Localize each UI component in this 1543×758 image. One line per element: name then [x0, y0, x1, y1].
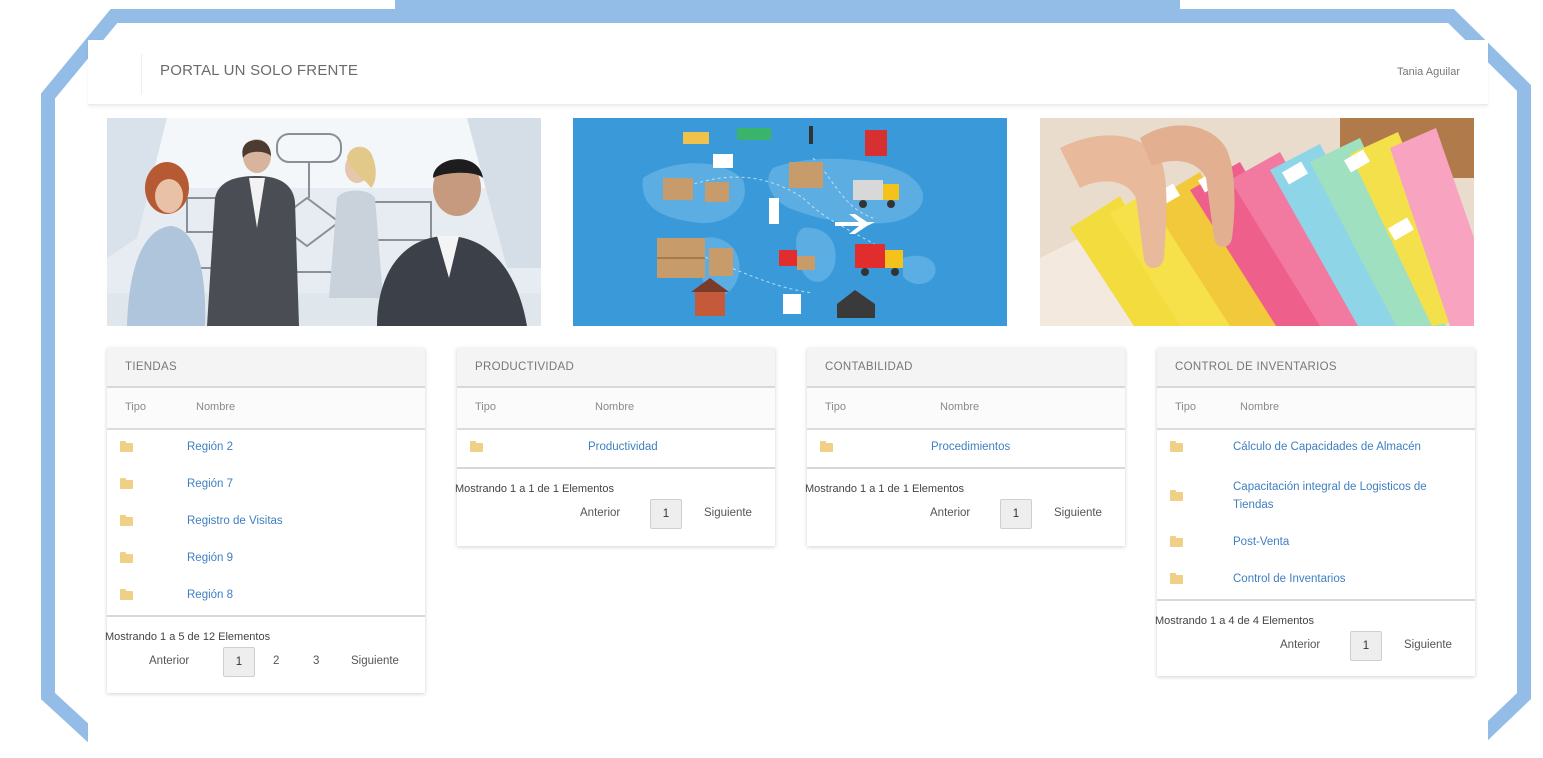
table-row[interactable]: Región 8 [107, 578, 425, 615]
row-link[interactable]: Control de Inventarios [1233, 573, 1346, 585]
page-1-button[interactable]: 1 [1350, 631, 1382, 661]
row-link[interactable]: Registro de Visitas [187, 515, 283, 527]
table-row[interactable]: Región 9 [107, 541, 425, 578]
previous-page-button[interactable]: Anterior [930, 507, 970, 519]
folder-icon [120, 478, 133, 489]
page-1-button[interactable]: 1 [650, 499, 682, 529]
table-row[interactable]: Registro de Visitas [107, 504, 425, 541]
folder-icon [120, 552, 133, 563]
banner-business-meeting[interactable] [107, 118, 541, 326]
column-tipo[interactable]: Tipo [475, 401, 496, 413]
folder-icon [120, 515, 133, 526]
page-2-button[interactable]: 2 [273, 655, 279, 667]
row-link[interactable]: Cálculo de Capacidades de Almacén [1233, 441, 1421, 453]
table-header: Tipo Nombre [457, 388, 775, 430]
panel-tiendas: TIENDAS Tipo Nombre Región 2 Región 7 Re… [105, 348, 425, 693]
next-page-button[interactable]: Siguiente [1054, 507, 1102, 519]
pagination: Anterior 1 2 3 Siguiente [107, 643, 425, 685]
page-3-button[interactable]: 3 [313, 655, 319, 667]
table-header: Tipo Nombre [1157, 388, 1475, 430]
panel-title: CONTROL DE INVENTARIOS [1157, 348, 1475, 388]
row-link[interactable]: Región 8 [187, 589, 233, 601]
folder-icon [1170, 441, 1183, 452]
pagination-info: Mostrando 1 a 4 de 4 Elementos [1155, 615, 1314, 627]
column-nombre[interactable]: Nombre [196, 401, 235, 413]
panel-title: PRODUCTIVIDAD [457, 348, 775, 388]
table-row[interactable]: Capacitación integral de Logisticos de T… [1157, 467, 1475, 525]
panel-title: CONTABILIDAD [807, 348, 1125, 388]
table-row[interactable]: Cálculo de Capacidades de Almacén [1157, 430, 1475, 467]
next-page-button[interactable]: Siguiente [704, 507, 752, 519]
row-link[interactable]: Productividad [588, 441, 658, 453]
folder-icon [470, 441, 483, 452]
page-1-button[interactable]: 1 [1000, 499, 1032, 529]
top-tab-notch [395, 0, 1180, 16]
table-row[interactable]: Región 2 [107, 430, 425, 467]
panel-control-inventarios: CONTROL DE INVENTARIOS Tipo Nombre Cálcu… [1155, 348, 1475, 676]
row-link[interactable]: Región 2 [187, 441, 233, 453]
next-page-button[interactable]: Siguiente [1404, 639, 1452, 651]
folder-icon [120, 441, 133, 452]
table-row[interactable]: Control de Inventarios [1157, 562, 1475, 599]
folder-icon [1170, 490, 1183, 501]
table-row[interactable]: Procedimientos [807, 430, 1125, 467]
column-tipo[interactable]: Tipo [1175, 401, 1196, 413]
top-navbar: PORTAL UN SOLO FRENTE Tania Aguilar [88, 40, 1488, 105]
banner-file-folders[interactable] [1040, 118, 1474, 326]
pagination-info: Mostrando 1 a 5 de 12 Elementos [105, 631, 271, 643]
row-link[interactable]: Capacitación integral de Logisticos de T… [1233, 478, 1463, 514]
column-nombre[interactable]: Nombre [595, 401, 634, 413]
row-link[interactable]: Región 7 [187, 478, 233, 490]
portal-app: PORTAL UN SOLO FRENTE Tania Aguilar TIEN… [88, 40, 1488, 752]
pagination-info: Mostrando 1 a 1 de 1 Elementos [805, 483, 964, 495]
divider [141, 54, 142, 94]
portal-title[interactable]: PORTAL UN SOLO FRENTE [160, 62, 358, 79]
row-link[interactable]: Procedimientos [931, 441, 1010, 453]
column-nombre[interactable]: Nombre [940, 401, 979, 413]
table-row[interactable]: Post-Venta [1157, 525, 1475, 562]
row-link[interactable]: Región 9 [187, 552, 233, 564]
column-tipo[interactable]: Tipo [125, 401, 146, 413]
column-tipo[interactable]: Tipo [825, 401, 846, 413]
table-header: Tipo Nombre [107, 388, 425, 430]
table-header: Tipo Nombre [807, 388, 1125, 430]
pagination: Anterior 1 Siguiente [807, 495, 1125, 537]
panel-title: TIENDAS [107, 348, 425, 388]
previous-page-button[interactable]: Anterior [149, 655, 189, 667]
panel-contabilidad: CONTABILIDAD Tipo Nombre Procedimientos … [805, 348, 1125, 546]
banner-logistics-map[interactable] [573, 118, 1007, 326]
table-row[interactable]: Productividad [457, 430, 775, 467]
column-nombre[interactable]: Nombre [1240, 401, 1279, 413]
next-page-button[interactable]: Siguiente [351, 655, 399, 667]
previous-page-button[interactable]: Anterior [1280, 639, 1320, 651]
row-link[interactable]: Post-Venta [1233, 536, 1289, 548]
pagination: Anterior 1 Siguiente [457, 495, 775, 537]
pagination: Anterior 1 Siguiente [1157, 627, 1475, 669]
folder-icon [120, 589, 133, 600]
previous-page-button[interactable]: Anterior [580, 507, 620, 519]
table-row[interactable]: Región 7 [107, 467, 425, 504]
user-name[interactable]: Tania Aguilar [1397, 66, 1460, 78]
folder-icon [1170, 536, 1183, 547]
panel-productividad: PRODUCTIVIDAD Tipo Nombre Productividad … [455, 348, 775, 546]
page-1-button[interactable]: 1 [223, 647, 255, 677]
folder-icon [820, 441, 833, 452]
pagination-info: Mostrando 1 a 1 de 1 Elementos [455, 483, 614, 495]
folder-icon [1170, 573, 1183, 584]
